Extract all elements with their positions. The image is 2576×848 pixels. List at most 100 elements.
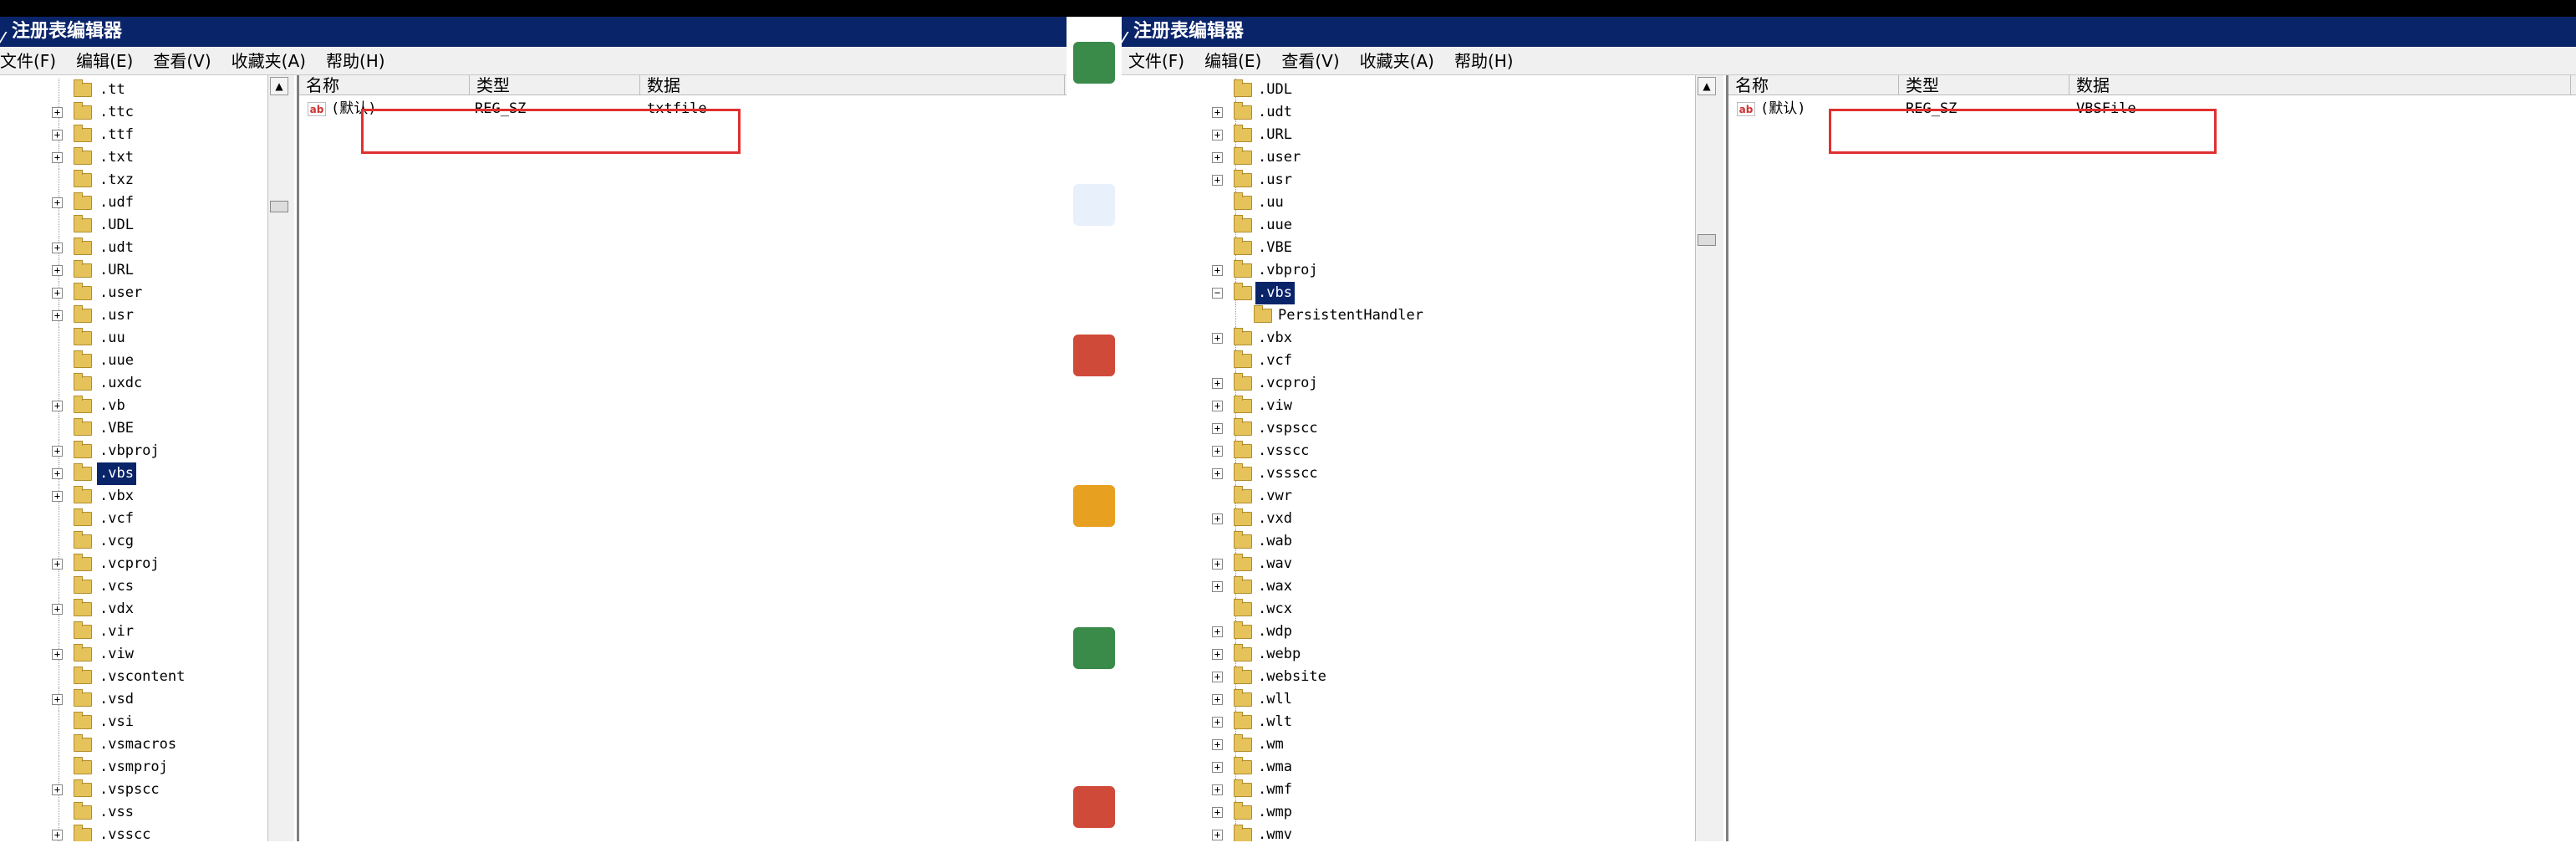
tree-node[interactable]: .uu — [0, 327, 297, 350]
tree-node-label[interactable]: .vcproj — [97, 553, 162, 575]
expand-icon[interactable]: + — [1212, 784, 1223, 795]
tree-node[interactable]: − .vbs — [1122, 282, 1486, 304]
tree-node-label[interactable]: .wlt — [1255, 711, 1295, 733]
column-name[interactable]: 名称 — [299, 75, 470, 95]
expand-icon[interactable]: + — [52, 265, 63, 276]
expand-icon[interactable]: + — [52, 559, 63, 570]
tree-node[interactable]: + .vspscc — [1122, 417, 1486, 440]
tree-node-label[interactable]: .VBE — [1255, 237, 1295, 259]
menu-item[interactable]: 查看(V) — [153, 51, 211, 71]
tree-node[interactable]: + .wax — [1122, 575, 1486, 598]
tree-node[interactable]: + .user — [0, 282, 297, 304]
tree-node[interactable]: + .user — [1122, 146, 1486, 169]
tree-node-label[interactable]: .VBE — [97, 417, 136, 440]
tree-node-label[interactable]: .vsscc — [1255, 440, 1311, 462]
tree-node[interactable]: + .vbx — [0, 485, 297, 508]
tree-node-label[interactable]: .webp — [1255, 643, 1303, 666]
tree-node-label[interactable]: .vssscc — [1255, 462, 1321, 485]
tree-node-label[interactable]: .vdx — [97, 598, 136, 621]
tree-node[interactable]: + .vbx — [1122, 327, 1486, 350]
tree-node-label[interactable]: .viw — [1255, 395, 1295, 417]
tree-node-label[interactable]: .vbx — [97, 485, 136, 508]
tree-node[interactable]: .uxdc — [0, 372, 297, 395]
tree-node-label[interactable]: .viw — [97, 643, 136, 666]
tree-node-label[interactable]: .wab — [1255, 530, 1295, 553]
tree-node-label[interactable]: .website — [1255, 666, 1329, 688]
tree-node[interactable]: + .usr — [1122, 169, 1486, 192]
tree-node[interactable]: .vsmacros — [0, 733, 297, 756]
tree-node[interactable]: + .wll — [1122, 688, 1486, 711]
tree-node-label[interactable]: .ttf — [97, 124, 136, 146]
menu-item[interactable]: 编辑(E) — [76, 51, 133, 71]
expand-icon[interactable]: + — [52, 130, 63, 140]
tree-node[interactable]: + .ttc — [0, 101, 297, 124]
expand-icon[interactable]: + — [52, 784, 63, 795]
tree-node[interactable]: + .vb — [0, 395, 297, 417]
menu-item[interactable]: 帮助(H) — [1454, 51, 1514, 71]
expand-icon[interactable]: + — [52, 649, 63, 660]
tree-node-label[interactable]: .vsmproj — [97, 756, 171, 779]
tree-node[interactable]: .wab — [1122, 530, 1486, 553]
title-bar[interactable]: ⁄ 注册表编辑器 — [0, 17, 1067, 47]
tree-node[interactable]: + .viw — [1122, 395, 1486, 417]
expand-icon[interactable]: + — [1212, 333, 1223, 344]
tree-node-label[interactable]: .UDL — [1255, 79, 1295, 101]
tree-node[interactable]: .vsmproj — [0, 756, 297, 779]
column-type[interactable]: 类型 — [470, 75, 640, 95]
expand-icon[interactable]: + — [52, 468, 63, 479]
tree-node-label[interactable]: .wav — [1255, 553, 1295, 575]
tree-node[interactable]: .UDL — [0, 214, 297, 237]
expand-icon[interactable]: + — [52, 288, 63, 299]
tree-node[interactable]: .UDL — [1122, 79, 1486, 101]
expand-icon[interactable]: + — [1212, 423, 1223, 434]
tree-node[interactable]: + .vsd — [0, 688, 297, 711]
tree-node-label[interactable]: .vbs — [1255, 282, 1295, 304]
tree-node-label[interactable]: .wmf — [1255, 779, 1295, 801]
tree-node-label[interactable]: .vbproj — [97, 440, 162, 462]
expand-icon[interactable]: + — [52, 107, 63, 118]
scroll-up-arrow-icon[interactable]: ▲ — [1698, 77, 1716, 95]
tree-node-label[interactable]: .txt — [97, 146, 136, 169]
tree-node-label[interactable]: .vwr — [1255, 485, 1295, 508]
expand-icon[interactable]: + — [52, 310, 63, 321]
tree-node-label[interactable]: .udt — [1255, 101, 1295, 124]
tree-node-label[interactable]: .uxdc — [97, 372, 145, 395]
tree-node-label[interactable]: .vb — [97, 395, 128, 417]
expand-icon[interactable]: + — [1212, 739, 1223, 750]
expand-icon[interactable]: + — [52, 401, 63, 411]
column-data[interactable]: 数据 — [2069, 75, 2571, 95]
menu-item[interactable]: 文件(F) — [0, 51, 56, 71]
menu-item[interactable]: 文件(F) — [1128, 51, 1184, 71]
tree-node[interactable]: + .URL — [0, 259, 297, 282]
tree-node-label[interactable]: .vcf — [97, 508, 136, 530]
tree-node[interactable]: PersistentHandler — [1122, 304, 1486, 327]
tree-node-label[interactable]: .vbproj — [1255, 259, 1321, 282]
expand-icon[interactable]: + — [52, 830, 63, 840]
tree-node-label[interactable]: .vsscc — [97, 824, 153, 841]
tree-node-label[interactable]: .vbs — [97, 462, 136, 485]
tree-node-label[interactable]: .vcf — [1255, 350, 1295, 372]
tree-node[interactable]: .vcg — [0, 530, 297, 553]
expand-icon[interactable]: + — [1212, 130, 1223, 140]
tree-scrollbar[interactable]: ▲ — [1695, 75, 1723, 841]
expand-icon[interactable]: + — [52, 152, 63, 163]
tree-node[interactable]: + .wm — [1122, 733, 1486, 756]
tree-node-label[interactable]: .uu — [97, 327, 128, 350]
tree-node[interactable]: + .udt — [1122, 101, 1486, 124]
tree-node[interactable]: .txz — [0, 169, 297, 192]
expand-icon[interactable]: + — [1212, 649, 1223, 660]
tree-node[interactable]: + .vssscc — [1122, 462, 1486, 485]
tree-node-label[interactable]: .wax — [1255, 575, 1295, 598]
tree-node-label[interactable]: .vsi — [97, 711, 136, 733]
tree-node[interactable]: .vscontent — [0, 666, 297, 688]
expand-icon[interactable]: + — [1212, 559, 1223, 570]
tree-node-label[interactable]: .vcs — [97, 575, 136, 598]
scroll-thumb[interactable] — [1698, 234, 1716, 246]
tree-node[interactable]: .VBE — [1122, 237, 1486, 259]
baidu-icon[interactable] — [1073, 184, 1115, 226]
tree-node[interactable]: .vss — [0, 801, 297, 824]
tree-node-label[interactable]: .vxd — [1255, 508, 1295, 530]
tree-node[interactable]: .uue — [0, 350, 297, 372]
expand-icon[interactable]: + — [1212, 830, 1223, 840]
tree-node[interactable]: .vcf — [1122, 350, 1486, 372]
